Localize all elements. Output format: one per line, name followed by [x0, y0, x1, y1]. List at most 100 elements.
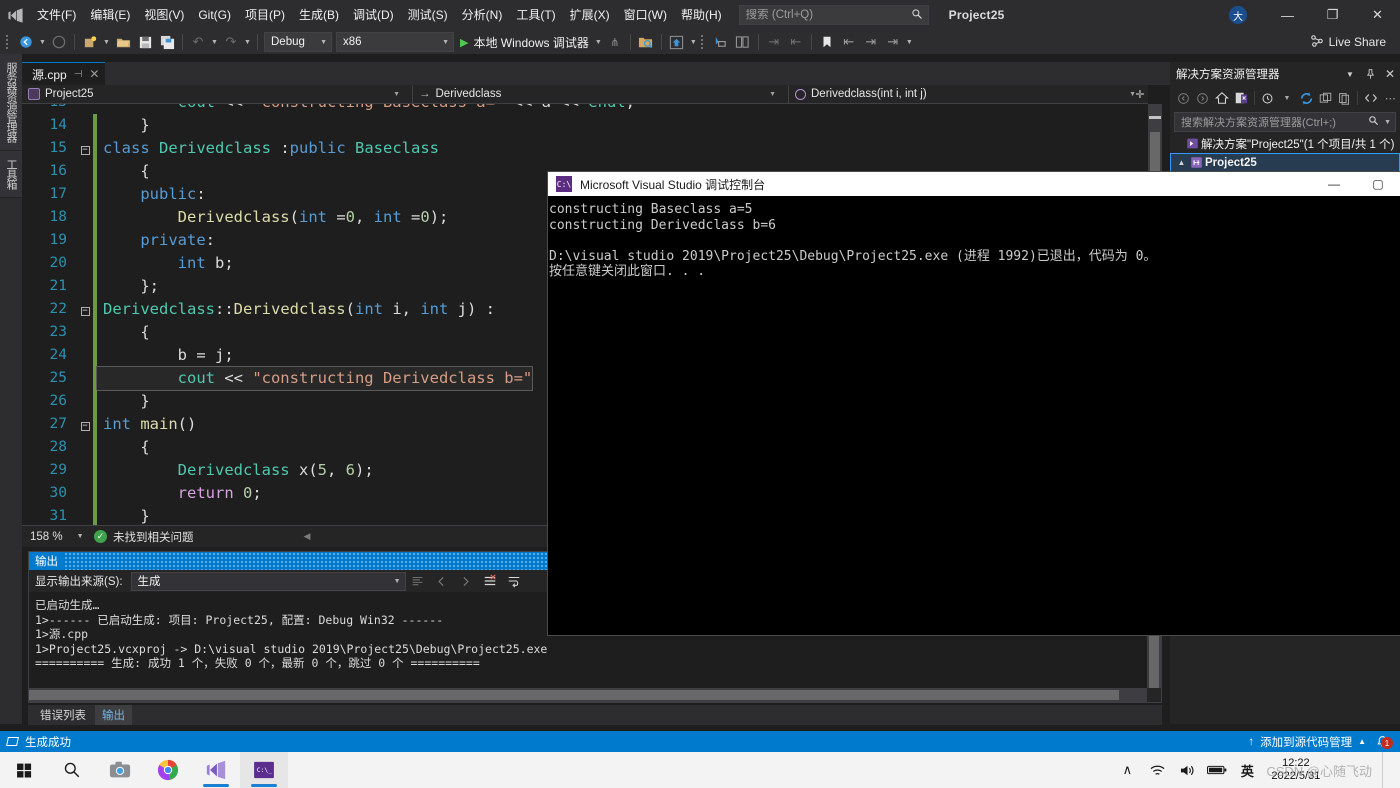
console-button[interactable]: C:\_ — [240, 752, 288, 788]
tab-output[interactable]: 输出 — [95, 705, 132, 725]
chevron-down-icon[interactable]: ▼ — [769, 91, 782, 98]
menu-project[interactable]: 项目(P) — [238, 0, 292, 30]
chevron-down-icon[interactable]: ▼ — [77, 533, 84, 540]
visual-studio-button[interactable] — [192, 752, 240, 788]
code-line[interactable]: 14 } — [22, 114, 1148, 137]
open-file-icon[interactable] — [112, 31, 134, 53]
code-line[interactable]: 13 cout << "constructing Baseclass a=" <… — [22, 104, 1148, 114]
breadcrumb-member[interactable]: Derivedclass(int i, int j) — [811, 88, 927, 100]
next-bookmark-icon[interactable]: ⇥ — [860, 31, 882, 53]
console-maximize-button[interactable]: ▢ — [1356, 172, 1400, 196]
breadcrumb-project[interactable]: Project25 — [45, 88, 94, 100]
new-project-icon[interactable] — [79, 31, 101, 53]
chevron-down-icon[interactable]: ▼ — [1277, 87, 1296, 109]
window-restore-button[interactable]: ❐ — [1310, 0, 1355, 30]
clear-bookmarks-icon[interactable]: ⇥ — [882, 31, 904, 53]
window-minimize-button[interactable]: — — [1265, 0, 1310, 30]
step-into-icon[interactable] — [710, 31, 732, 53]
network-icon[interactable] — [1147, 763, 1167, 778]
fold-collapse-icon[interactable]: − — [77, 413, 93, 436]
compare-files-icon[interactable] — [732, 31, 754, 53]
editor-tab-source-cpp[interactable]: 源.cpp ⊣ ✕ — [22, 62, 106, 85]
more-options-icon[interactable]: ⋯ — [1381, 87, 1400, 109]
find-message-icon[interactable] — [406, 570, 430, 592]
collapse-all-icon[interactable] — [1316, 87, 1335, 109]
split-view-icon[interactable]: ✛ — [1132, 85, 1148, 104]
navigate-back-dropdown-icon[interactable]: ▼ — [37, 31, 48, 53]
solution-platform-combo[interactable]: x86 ▼ — [336, 32, 454, 52]
debug-console-window[interactable]: C:\ Microsoft Visual Studio 调试控制台 — ▢ co… — [548, 172, 1400, 635]
zoom-level-combo[interactable]: 158 % ▼ — [22, 531, 94, 543]
menu-window[interactable]: 窗口(W) — [617, 0, 674, 30]
camera-button[interactable] — [96, 752, 144, 788]
code-line[interactable]: 15− class Derivedclass :public Baseclass — [22, 137, 1148, 160]
refresh-icon[interactable] — [1297, 87, 1316, 109]
menu-help[interactable]: 帮助(H) — [674, 0, 729, 30]
back-icon[interactable] — [1174, 87, 1193, 109]
start-button[interactable] — [0, 752, 48, 788]
ime-language-indicator[interactable]: 英 — [1237, 761, 1257, 780]
save-icon[interactable] — [134, 31, 156, 53]
toolbar-overflow-icon[interactable]: ▼ — [904, 31, 915, 53]
chrome-button[interactable] — [144, 752, 192, 788]
solution-explorer-home-icon[interactable] — [666, 31, 688, 53]
solution-explorer-search[interactable]: 搜索解决方案资源管理器(Ctrl+;) ▼ — [1174, 112, 1396, 132]
go-to-next-message-icon[interactable] — [454, 570, 478, 592]
tree-item-solution[interactable]: 解决方案"Project25"(1 个项目/共 1 个) — [1170, 134, 1400, 153]
menu-edit[interactable]: 编辑(E) — [83, 0, 137, 30]
account-avatar[interactable]: 大 — [1229, 6, 1247, 24]
chevron-down-icon[interactable]: ▼ — [1340, 62, 1360, 86]
previous-bookmark-icon[interactable]: ⇤ — [838, 31, 860, 53]
window-close-button[interactable]: ✕ — [1355, 0, 1400, 30]
navigate-back-icon[interactable] — [15, 31, 37, 53]
toggle-bookmark-icon[interactable] — [816, 31, 838, 53]
quick-launch-search[interactable] — [738, 5, 929, 25]
tool-window-dropdown-icon[interactable]: ▼ — [688, 31, 699, 53]
expand-arrow-icon[interactable]: ▲ — [1175, 158, 1188, 167]
taskbar-clock[interactable]: 12:22 2022/5/31 — [1271, 757, 1320, 783]
toolbar-grip[interactable] — [4, 34, 12, 50]
breadcrumb-class[interactable]: Derivedclass — [436, 88, 502, 100]
start-debugging-button[interactable]: ▶ 本地 Windows 调试器 — [456, 31, 593, 53]
sidebar-tab-toolbox[interactable]: 工具箱 — [0, 151, 22, 198]
close-icon[interactable]: ✕ — [1380, 62, 1400, 86]
pin-icon[interactable] — [1360, 62, 1380, 86]
solution-configuration-combo[interactable]: Debug ▼ — [264, 32, 332, 52]
pending-changes-filter-icon[interactable] — [1258, 87, 1277, 109]
menu-view[interactable]: 视图(V) — [137, 0, 191, 30]
search-input[interactable] — [745, 9, 906, 21]
close-icon[interactable]: ✕ — [89, 67, 99, 81]
menu-git[interactable]: Git(G) — [191, 0, 238, 30]
toggle-word-wrap-icon[interactable] — [502, 570, 526, 592]
fold-collapse-icon[interactable]: − — [77, 298, 93, 321]
forward-icon[interactable] — [1193, 87, 1212, 109]
scrollbar-thumb[interactable] — [29, 690, 1119, 700]
go-to-previous-message-icon[interactable] — [430, 570, 454, 592]
toolbar-grip-2[interactable] — [699, 34, 707, 50]
sync-with-active-document-icon[interactable] — [1232, 87, 1251, 109]
console-minimize-button[interactable]: — — [1312, 172, 1356, 196]
fold-collapse-icon[interactable]: − — [77, 137, 93, 160]
search-button[interactable] — [48, 752, 96, 788]
issues-collapse-icon[interactable]: ◀ — [304, 531, 311, 542]
show-desktop-button[interactable] — [1382, 752, 1392, 788]
menu-build[interactable]: 生成(B) — [292, 0, 346, 30]
chevron-up-icon[interactable]: ▲ — [1358, 737, 1366, 746]
menu-extensions[interactable]: 扩展(X) — [563, 0, 617, 30]
tray-overflow-icon[interactable]: ∧ — [1117, 762, 1137, 778]
find-in-files-icon[interactable] — [635, 31, 657, 53]
start-debugging-dropdown-icon[interactable]: ▼ — [593, 31, 604, 53]
battery-icon[interactable] — [1207, 764, 1227, 776]
scrollbar-thumb[interactable] — [1149, 634, 1159, 692]
attach-process-icon[interactable]: ⋔ — [604, 31, 626, 53]
home-icon[interactable] — [1213, 87, 1232, 109]
menu-file[interactable]: 文件(F) — [30, 0, 83, 30]
tree-item-project[interactable]: ▲ Project25 — [1170, 153, 1400, 172]
menu-analyze[interactable]: 分析(N) — [455, 0, 510, 30]
sidebar-tab-server-explorer[interactable]: 服务器资源管理器 — [0, 54, 22, 151]
navigate-forward-icon[interactable] — [48, 31, 70, 53]
add-to-source-control-label[interactable]: 添加到源代码管理 — [1260, 734, 1352, 750]
pin-icon[interactable]: ⊣ — [74, 69, 83, 80]
chevron-down-icon[interactable]: ▼ — [1384, 119, 1391, 126]
new-project-dropdown-icon[interactable]: ▼ — [101, 31, 112, 53]
